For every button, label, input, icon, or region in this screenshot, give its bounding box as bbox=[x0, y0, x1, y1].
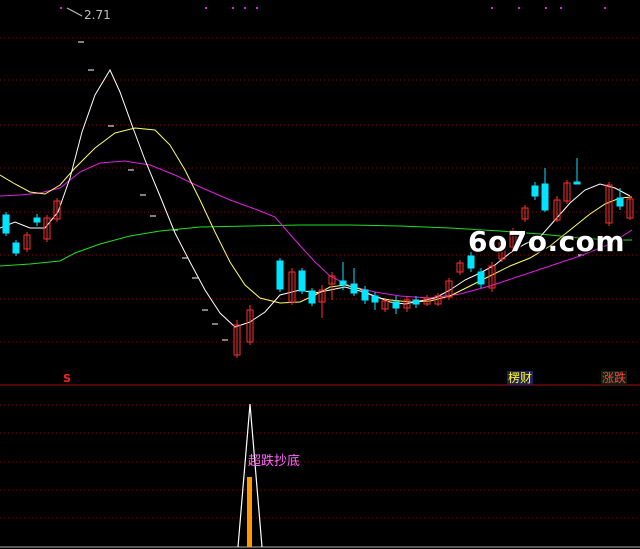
signal-bar bbox=[247, 477, 252, 547]
watermark: 6o7o.com bbox=[468, 225, 626, 258]
ma-yellow-line bbox=[0, 127, 633, 304]
price-pointer bbox=[66, 7, 83, 17]
buy-signal-marker: S bbox=[63, 372, 71, 385]
fortune-tag: 楞财 bbox=[507, 371, 534, 385]
oversold-signal-label: 超跌抄底 bbox=[248, 454, 301, 469]
chart-canvas[interactable] bbox=[0, 0, 640, 549]
signal-spike bbox=[237, 403, 263, 548]
top-dot-markers bbox=[60, 7, 606, 9]
high-price-label: 2.71 bbox=[84, 8, 111, 22]
grid-lines bbox=[0, 37, 640, 519]
candlesticks bbox=[2, 158, 634, 358]
step-marks bbox=[78, 41, 584, 341]
updown-tag: 涨跌 bbox=[601, 371, 628, 385]
